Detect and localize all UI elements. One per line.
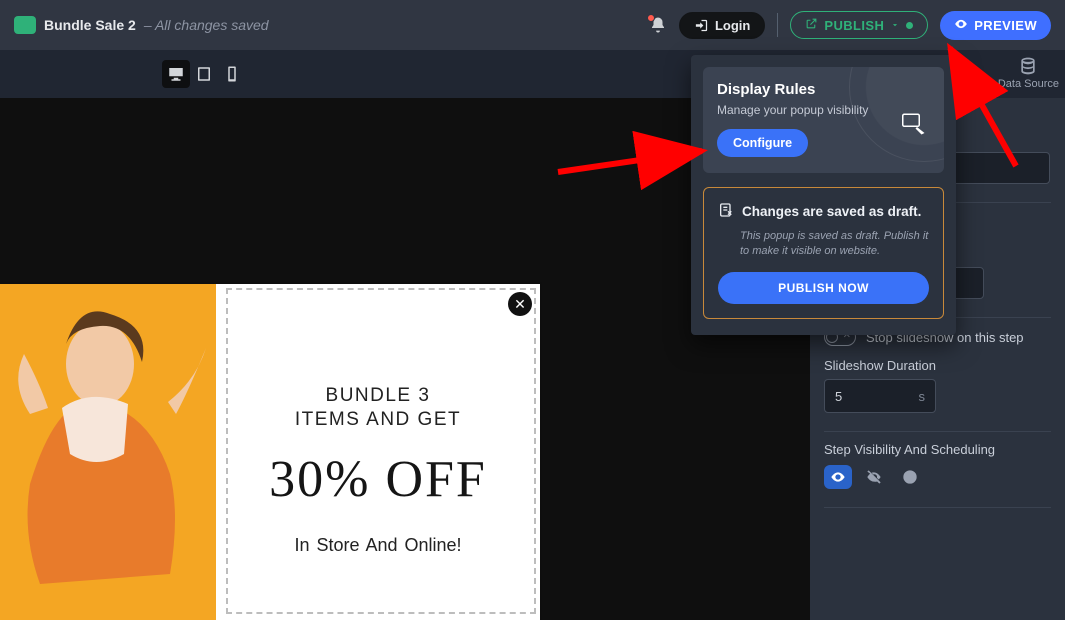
document-title: Bundle Sale 2 xyxy=(44,17,136,33)
display-rules-card: Display Rules Manage your popup visibili… xyxy=(703,67,944,173)
slideshow-duration-input[interactable]: 5 s xyxy=(824,379,936,413)
step-visibility-label: Step Visibility And Scheduling xyxy=(824,442,1051,457)
rules-icon xyxy=(902,113,926,140)
visibility-hide-button[interactable] xyxy=(860,465,888,489)
editor-canvas[interactable]: BUNDLE 3 ITEMS AND GET 30% OFF In Store … xyxy=(0,98,810,620)
visibility-show-button[interactable] xyxy=(824,465,852,489)
popup-content: BUNDLE 3 ITEMS AND GET 30% OFF In Store … xyxy=(216,284,540,620)
top-bar-right: Login PUBLISH PREVIEW xyxy=(649,11,1051,40)
popup-headline-1: BUNDLE 3 xyxy=(326,384,431,408)
visibility-schedule-button[interactable] xyxy=(896,465,924,489)
publish-dropdown: Display Rules Manage your popup visibili… xyxy=(691,55,956,335)
close-icon: ✕ xyxy=(514,296,526,313)
popup-discount: 30% OFF xyxy=(269,450,487,509)
device-mobile-button[interactable] xyxy=(218,60,246,88)
configure-label: Configure xyxy=(733,136,792,150)
popup-close-button[interactable]: ✕ xyxy=(508,292,532,316)
data-source-label: Data Source xyxy=(998,78,1059,90)
popup-preview[interactable]: BUNDLE 3 ITEMS AND GET 30% OFF In Store … xyxy=(0,284,540,620)
device-switcher xyxy=(162,60,246,88)
publish-now-label: PUBLISH NOW xyxy=(778,281,869,295)
preview-button[interactable]: PREVIEW xyxy=(940,11,1051,40)
duration-unit: s xyxy=(919,389,926,404)
configure-button[interactable]: Configure xyxy=(717,129,808,157)
draft-icon xyxy=(718,202,734,221)
publish-label: PUBLISH xyxy=(824,18,884,33)
publish-now-button[interactable]: PUBLISH NOW xyxy=(718,272,929,304)
separator xyxy=(777,13,778,37)
notifications-icon[interactable] xyxy=(649,16,667,34)
chevron-down-icon xyxy=(890,18,900,33)
login-icon xyxy=(694,18,709,33)
login-label: Login xyxy=(715,18,750,33)
draft-note: This popup is saved as draft. Publish it… xyxy=(740,229,929,260)
popup-headline-2: ITEMS AND GET xyxy=(295,408,461,432)
draft-title: Changes are saved as draft. xyxy=(742,204,921,219)
device-desktop-button[interactable] xyxy=(162,60,190,88)
publish-button[interactable]: PUBLISH xyxy=(790,11,928,39)
eye-icon xyxy=(954,17,968,34)
preview-label: PREVIEW xyxy=(974,18,1037,33)
save-status: – All changes saved xyxy=(144,17,269,33)
slideshow-duration-label: Slideshow Duration xyxy=(824,358,1051,373)
brand-icon xyxy=(14,16,36,34)
top-bar: Bundle Sale 2 – All changes saved Login … xyxy=(0,0,1065,50)
external-link-icon xyxy=(805,17,818,33)
popup-subline: In Store And Online! xyxy=(294,535,461,556)
duration-value: 5 xyxy=(835,389,842,404)
draft-card: Changes are saved as draft. This popup i… xyxy=(703,187,944,319)
status-dot-icon xyxy=(906,22,913,29)
device-tablet-button[interactable] xyxy=(190,60,218,88)
data-source-button[interactable]: Data Source xyxy=(998,56,1059,90)
login-button[interactable]: Login xyxy=(679,12,765,39)
popup-image xyxy=(0,284,216,620)
